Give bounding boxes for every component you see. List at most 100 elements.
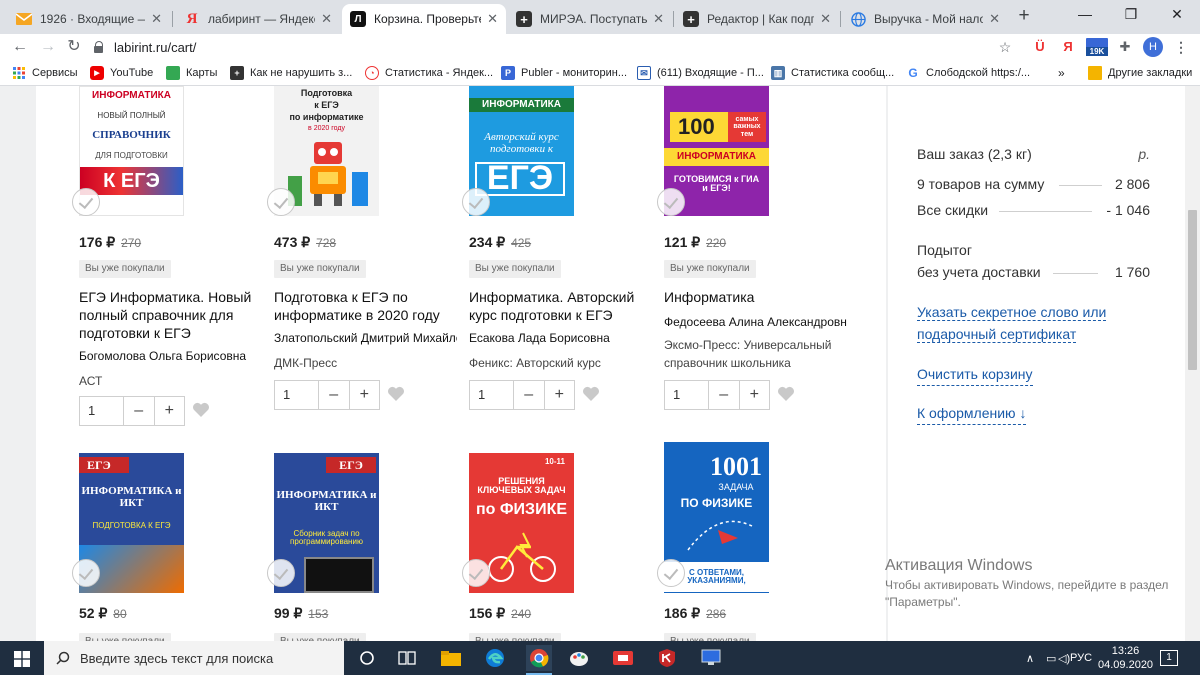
decrease-button[interactable]: – — [319, 381, 349, 409]
antivirus-icon[interactable] — [656, 647, 678, 669]
tab-yandex-search[interactable]: Я лабиринт — Яндекс: н ✕ — [176, 4, 340, 34]
book-author[interactable]: Златопольский Дмитрий Михайлович — [274, 331, 457, 345]
network-icon[interactable]: ▭ — [1046, 641, 1056, 675]
book-title[interactable]: Информатика. Авторский курс подготовки к… — [469, 288, 652, 324]
select-checkbox[interactable] — [657, 559, 685, 587]
presentation-app-icon[interactable] — [612, 647, 634, 669]
reload-button[interactable]: ↻ — [64, 37, 84, 57]
volume-icon[interactable]: ◁) — [1058, 641, 1070, 675]
tab-editor[interactable]: + Редактор | Как подгото ✕ — [675, 4, 839, 34]
tab-mail[interactable]: 1926 · Входящие — Ян ✕ — [8, 4, 170, 34]
bookmark-services[interactable]: Сервисы — [12, 65, 78, 81]
secret-word-link[interactable]: Указать секретное слово или подарочный с… — [917, 301, 1123, 345]
book-title[interactable]: Информатика — [664, 288, 847, 306]
restore-button[interactable]: ❐ — [1108, 0, 1154, 30]
book-publisher[interactable]: Эксмо-Пресс: Универсальный справочник шк… — [664, 336, 847, 372]
task-view-icon[interactable] — [396, 647, 418, 669]
taskbar-search-box[interactable]: Введите здесь текст для поиска — [44, 641, 344, 675]
select-checkbox[interactable] — [462, 559, 490, 587]
select-checkbox[interactable] — [462, 188, 490, 216]
language-indicator[interactable]: РУС — [1070, 641, 1092, 675]
cortana-icon[interactable] — [356, 647, 378, 669]
address-bar[interactable]: labirint.ru/cart/ — [94, 36, 1019, 58]
counter-extension[interactable]: 19K — [1086, 38, 1108, 56]
bookmark-publer[interactable]: P Publer - мониторин... — [501, 65, 627, 81]
tab-mirea[interactable]: + МИРЭА. Поступать или ✕ — [508, 4, 672, 34]
chrome-app-icon[interactable] — [526, 645, 552, 671]
increase-button[interactable]: + — [738, 381, 770, 409]
back-button[interactable]: ← — [10, 37, 30, 57]
page-scrollbar[interactable] — [1185, 86, 1200, 641]
show-hidden-icons[interactable]: ∧ — [1026, 641, 1034, 675]
quantity-input[interactable]: 1 — [275, 381, 319, 409]
close-tab-icon[interactable]: ✕ — [151, 11, 162, 27]
select-checkbox[interactable] — [72, 188, 100, 216]
book-author[interactable]: Богомолова Ольга Борисовна — [79, 349, 262, 363]
paint-icon[interactable] — [568, 647, 590, 669]
bookmark-inbox[interactable]: ✉ (611) Входящие - П... — [637, 65, 764, 81]
start-button[interactable] — [0, 641, 44, 675]
bookmark-maps[interactable]: Карты — [166, 65, 217, 81]
forward-button[interactable]: → — [38, 37, 58, 57]
extension-red-icon[interactable]: Ü — [1032, 38, 1048, 56]
puzzle-extensions-icon[interactable]: ✚ — [1117, 38, 1133, 56]
close-tab-icon[interactable]: ✕ — [321, 11, 332, 27]
bookmark-star-icon[interactable]: ☆ — [996, 38, 1014, 56]
bookmark-yandex-stats[interactable]: ◔ Статистика - Яндек... — [365, 65, 493, 81]
bookmark-youtube[interactable]: ▶ YouTube — [90, 65, 153, 81]
other-bookmarks[interactable]: Другие закладки — [1088, 65, 1192, 81]
new-tab-button[interactable]: + — [1013, 5, 1035, 27]
subtotal-label: Подытог — [917, 242, 972, 258]
tab-cart[interactable]: Л Корзина. Проверьте за ✕ — [342, 4, 506, 34]
increase-button[interactable]: + — [348, 381, 380, 409]
book-author[interactable]: Есакова Лада Борисовна — [469, 331, 652, 345]
checkout-link[interactable]: К оформлению ↓ — [917, 402, 1027, 425]
select-checkbox[interactable] — [267, 559, 295, 587]
quantity-input[interactable]: 1 — [80, 397, 124, 425]
favorite-heart-icon[interactable] — [582, 386, 600, 402]
bookmark-community-stats[interactable]: ▥ Статистика сообщ... — [771, 65, 894, 81]
close-tab-icon[interactable]: ✕ — [487, 11, 498, 27]
book-title[interactable]: ЕГЭ Информатика. Новый полный справочник… — [79, 288, 262, 342]
quantity-input[interactable]: 1 — [470, 381, 514, 409]
book-publisher[interactable]: ДМК-Пресс — [274, 354, 457, 372]
book-author[interactable]: Федосеева Алина Александровна — [664, 315, 847, 329]
tab-tax[interactable]: Выручка - Мой налог ✕ — [842, 4, 1008, 34]
book-title[interactable]: Подготовка к ЕГЭ по информатике в 2020 г… — [274, 288, 457, 324]
already-bought-badge: Вы уже покупали — [469, 260, 561, 278]
close-tab-icon[interactable]: ✕ — [820, 11, 831, 27]
book-publisher[interactable]: АСТ — [79, 372, 262, 390]
scrollbar-thumb[interactable] — [1188, 210, 1197, 370]
close-window-button[interactable]: ✕ — [1154, 0, 1200, 30]
remote-desktop-icon[interactable] — [700, 647, 722, 669]
notifications-button[interactable]: 1 — [1160, 641, 1178, 675]
yandex-extension-icon[interactable]: Я — [1060, 38, 1076, 56]
favorite-heart-icon[interactable] — [192, 402, 210, 418]
close-tab-icon[interactable]: ✕ — [653, 11, 664, 27]
select-checkbox[interactable] — [72, 559, 100, 587]
favorite-heart-icon[interactable] — [777, 386, 795, 402]
profile-avatar[interactable]: Н — [1143, 37, 1163, 57]
quantity-input[interactable]: 1 — [665, 381, 709, 409]
minimize-button[interactable]: — — [1062, 0, 1108, 30]
file-explorer-icon[interactable] — [440, 647, 462, 669]
select-checkbox[interactable] — [267, 188, 295, 216]
menu-kebab-icon[interactable]: ⋮ — [1174, 38, 1188, 56]
search-icon — [56, 651, 70, 665]
clear-cart-link[interactable]: Очистить корзину — [917, 363, 1033, 386]
clock[interactable]: 13:26 04.09.2020 — [1098, 641, 1153, 675]
book-publisher[interactable]: Феникс: Авторский курс — [469, 354, 652, 372]
favorite-heart-icon[interactable] — [387, 386, 405, 402]
increase-button[interactable]: + — [153, 397, 185, 425]
decrease-button[interactable]: – — [514, 381, 544, 409]
more-bookmarks-button[interactable]: » — [1058, 65, 1065, 81]
currency: ₽ — [106, 234, 116, 250]
close-tab-icon[interactable]: ✕ — [989, 11, 1000, 27]
decrease-button[interactable]: – — [709, 381, 739, 409]
edge-icon[interactable] — [484, 647, 506, 669]
bookmark-law[interactable]: + Как не нарушить з... — [230, 65, 352, 81]
bookmark-slobodskoy[interactable]: G Слободской https:/... — [906, 65, 1030, 81]
decrease-button[interactable]: – — [124, 397, 154, 425]
increase-button[interactable]: + — [543, 381, 575, 409]
select-checkbox[interactable] — [657, 188, 685, 216]
